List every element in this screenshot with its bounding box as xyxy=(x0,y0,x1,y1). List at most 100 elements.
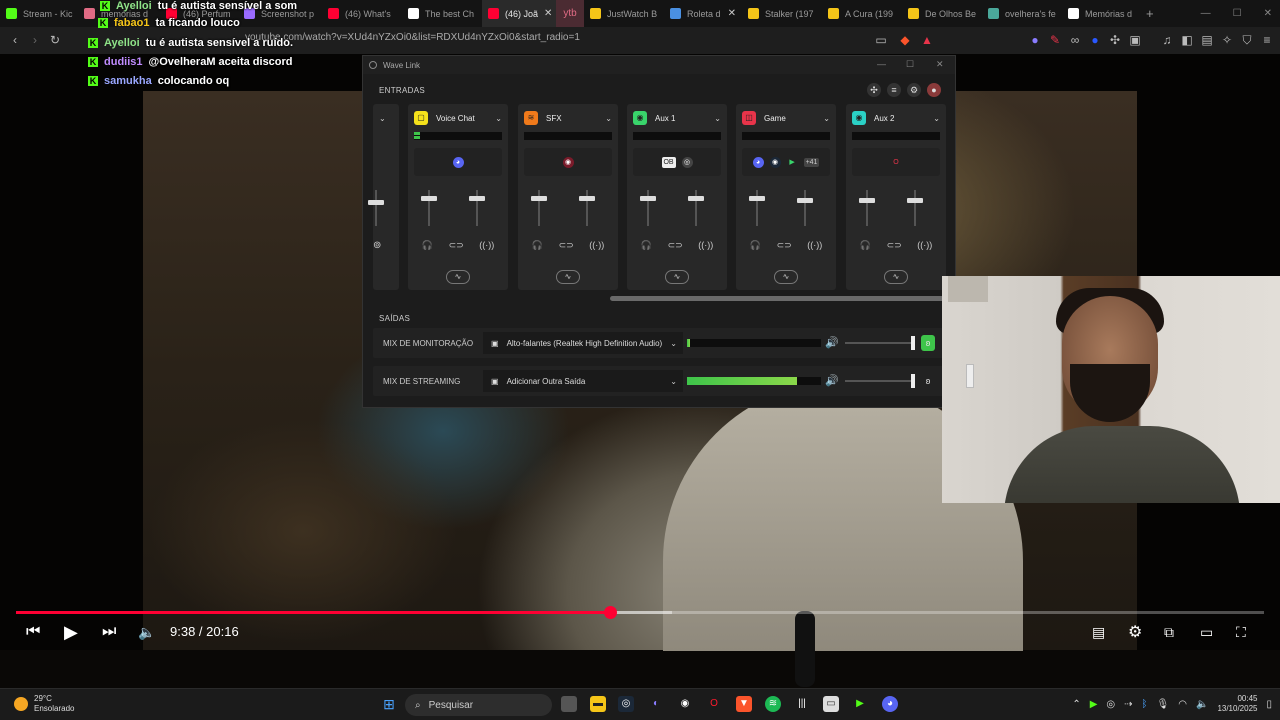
close-icon[interactable]: ✕ xyxy=(936,59,944,70)
sidebar-icon[interactable]: ◧ xyxy=(1180,33,1194,47)
slider-handle[interactable] xyxy=(911,336,915,350)
notepad-icon[interactable]: ▭ xyxy=(823,696,839,712)
input-header[interactable]: ◫ Game ⌄ xyxy=(742,110,830,126)
puzzle-icon[interactable]: ✣ xyxy=(1108,33,1122,47)
effects-icon[interactable]: ∿ xyxy=(884,270,908,284)
fader-cap[interactable] xyxy=(797,198,813,203)
forward-icon[interactable]: › xyxy=(28,33,42,47)
kick-tray-icon[interactable]: ▶ xyxy=(1090,699,1098,710)
avatar[interactable]: ● xyxy=(927,83,941,97)
maximize-icon[interactable]: ☐ xyxy=(906,59,914,70)
routed-apps[interactable]: OB ◎ xyxy=(633,148,721,176)
settings-gear-icon[interactable]: ⚙ xyxy=(907,83,921,97)
browser-tab[interactable]: JustWatch B xyxy=(584,0,664,27)
volume-icon[interactable]: 🔈 xyxy=(138,622,155,642)
music-icon[interactable]: ♫ xyxy=(1160,33,1174,47)
browser-tab[interactable]: (46) What's xyxy=(322,0,402,27)
routed-apps[interactable]: O xyxy=(852,148,940,176)
miniplayer-icon[interactable]: ⧉ xyxy=(1164,622,1174,642)
settings-gear-icon[interactable]: ⚙ xyxy=(1128,622,1142,642)
fader-track[interactable] xyxy=(797,190,813,226)
fullscreen-icon[interactable]: ⛶ xyxy=(1236,622,1246,642)
fader-cap[interactable] xyxy=(469,196,485,201)
broadcast-icon[interactable]: ((·)) xyxy=(479,240,494,251)
speaker-icon[interactable]: 🔊 xyxy=(825,374,839,387)
fader-track[interactable] xyxy=(907,190,923,226)
chevron-down-icon[interactable]: ⌄ xyxy=(605,114,612,123)
extension-icon[interactable]: ▣ xyxy=(1128,33,1142,47)
minimize-icon[interactable]: — xyxy=(877,59,886,69)
browser-tab[interactable]: Roleta d ✕ xyxy=(664,0,742,27)
extension-icon[interactable]: ● xyxy=(1088,33,1102,47)
close-tab-icon[interactable]: ✕ xyxy=(544,8,552,19)
input-header[interactable]: ◉ Aux 2 ⌄ xyxy=(852,110,940,126)
input-header[interactable]: ≋ SFX ⌄ xyxy=(524,110,612,126)
bluetooth-icon[interactable]: ᛒ xyxy=(1142,699,1148,710)
extension-icon[interactable]: ● xyxy=(1028,33,1042,47)
taskbar-search[interactable]: ⌕ Pesquisar xyxy=(405,694,552,716)
reload-icon[interactable]: ↻ xyxy=(48,33,62,47)
next-icon[interactable]: ⏭ xyxy=(102,622,116,642)
chevron-down-icon[interactable]: ⌄ xyxy=(714,114,721,123)
input-header[interactable]: ▢ Voice Chat ⌄ xyxy=(414,110,502,126)
previous-icon[interactable]: ⏮ xyxy=(26,622,40,642)
headphones-icon[interactable]: 🎧 xyxy=(641,240,652,251)
minimize-icon[interactable]: — xyxy=(1201,8,1211,19)
wave-link-app-icon[interactable]: ||| xyxy=(794,696,810,712)
weather-widget[interactable]: 29°C Ensolarado xyxy=(14,694,74,714)
mixer-icon[interactable]: ≡ xyxy=(887,83,901,97)
subtitles-icon[interactable]: ▤ xyxy=(1092,622,1105,642)
back-icon[interactable]: ‹ xyxy=(8,33,22,47)
obs-icon[interactable]: ◉ xyxy=(677,696,693,712)
windows-start-icon[interactable]: ⊞ xyxy=(381,696,397,712)
browser-tab[interactable]: Stalker (197 xyxy=(742,0,822,27)
chevron-down-icon[interactable]: ⌄ xyxy=(933,114,940,123)
link-icon[interactable]: ⊂⊃ xyxy=(887,240,902,251)
output-device-select[interactable]: ▣ Alto-falantes (Realtek High Definition … xyxy=(483,332,683,354)
broadcast-icon[interactable]: ⊚ xyxy=(373,240,381,251)
routed-apps[interactable]: ◕ ◉ ▶ +41 xyxy=(742,148,830,176)
output-volume-slider[interactable] xyxy=(845,374,915,388)
wallet-icon[interactable]: ▤ xyxy=(1200,33,1214,47)
chevron-down-icon[interactable]: ⌄ xyxy=(379,114,386,123)
extension-icon[interactable]: ✎ xyxy=(1048,33,1062,47)
microphone-icon[interactable]: 🎙 xyxy=(1157,699,1170,710)
browser-tab[interactable]: Memórias d xyxy=(1062,0,1140,27)
browser-tab[interactable]: The best Ch xyxy=(402,0,482,27)
chevron-up-icon[interactable]: ⌃ xyxy=(1072,699,1080,710)
fader-track[interactable] xyxy=(368,190,384,226)
headphones-icon[interactable]: 🎧 xyxy=(750,240,761,251)
broadcast-icon[interactable]: ((·)) xyxy=(589,240,604,251)
brave-rewards-icon[interactable]: ▲ xyxy=(920,33,934,47)
fader-cap[interactable] xyxy=(749,196,765,201)
output-device-select[interactable]: ▣ Adicionar Outra Saída ⌄ xyxy=(483,370,683,392)
vpn-icon[interactable]: ⛉ xyxy=(1240,33,1254,47)
browser-tab[interactable]: A Cura (199 xyxy=(822,0,902,27)
scrubber-handle[interactable] xyxy=(604,606,618,619)
video-progress-bar[interactable] xyxy=(16,606,1264,619)
maximize-icon[interactable]: ☐ xyxy=(1233,8,1242,19)
steam-icon[interactable]: ◎ xyxy=(618,696,634,712)
effects-icon[interactable]: ∿ xyxy=(774,270,798,284)
fader-track[interactable] xyxy=(531,190,547,226)
fader-cap[interactable] xyxy=(368,200,384,205)
output-volume-slider[interactable] xyxy=(845,336,915,350)
fader-track[interactable] xyxy=(421,190,437,226)
brave-icon[interactable]: ▼ xyxy=(736,696,752,712)
speaker-icon[interactable]: 🔊 xyxy=(825,336,839,349)
headphones-icon[interactable]: 🎧 xyxy=(422,240,433,251)
broadcast-icon[interactable]: ((·)) xyxy=(807,240,822,251)
file-explorer-icon[interactable]: ▬ xyxy=(590,696,606,712)
effects-icon[interactable]: ∿ xyxy=(446,270,470,284)
headphones-icon[interactable]: 🎧 xyxy=(860,240,871,251)
fader-track[interactable] xyxy=(640,190,656,226)
kick-icon[interactable]: ▶ xyxy=(852,696,868,712)
effects-icon[interactable]: ∿ xyxy=(556,270,580,284)
speaker-icon[interactable]: 🔈 xyxy=(1196,699,1208,710)
fader-cap[interactable] xyxy=(579,196,595,201)
chevron-down-icon[interactable]: ⌄ xyxy=(495,114,502,123)
link-icon[interactable]: ⊂⊃ xyxy=(449,240,464,251)
play-icon[interactable]: ▶ xyxy=(64,622,78,642)
theater-mode-icon[interactable]: ▭ xyxy=(1200,622,1213,642)
new-tab-button[interactable]: + xyxy=(1140,0,1164,27)
